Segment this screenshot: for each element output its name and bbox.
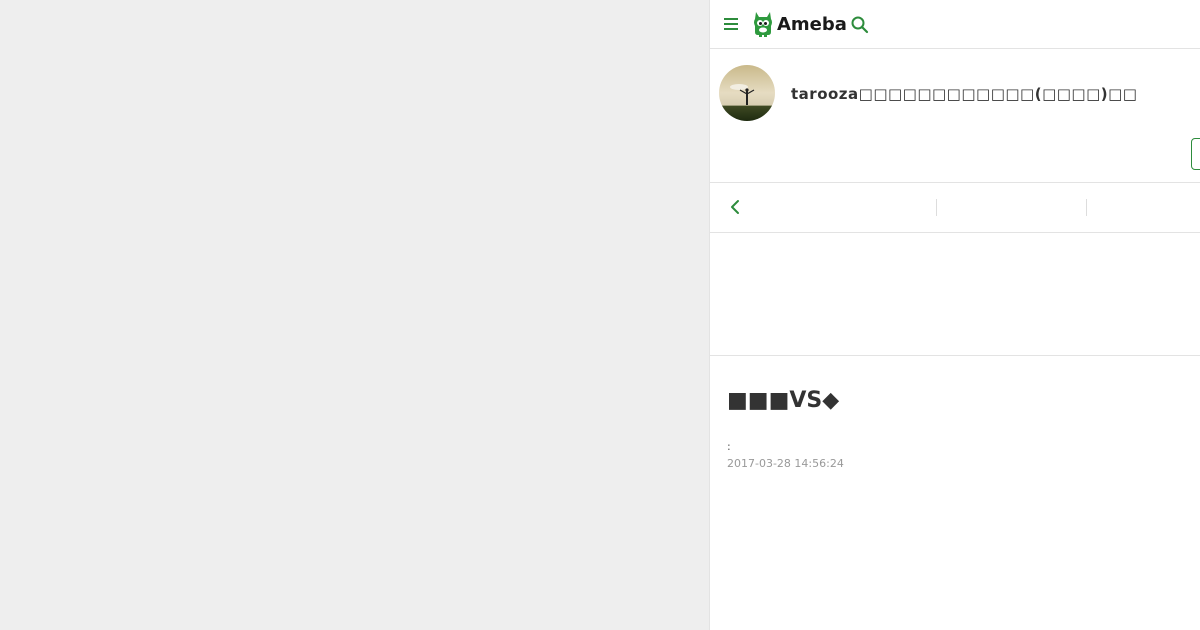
nav-divider (1086, 199, 1087, 216)
ameba-logo[interactable]: Ameba (752, 10, 847, 38)
blog-nav (710, 183, 1200, 233)
ad-area (710, 233, 1200, 356)
top-header: Ameba (710, 0, 1200, 49)
chevron-left-icon[interactable] (726, 197, 746, 217)
blog-panel: Ameba tarooza□□□□□□□□□□□□(□□□□)□□ ■■■VS◆… (709, 0, 1200, 630)
blog-title[interactable]: tarooza□□□□□□□□□□□□(□□□□)□□ (791, 85, 1137, 103)
avatar[interactable] (719, 65, 775, 121)
hamburger-menu-icon[interactable] (722, 14, 740, 34)
left-blank-area (0, 0, 709, 630)
search-icon[interactable] (850, 15, 870, 35)
article-date: 2017-03-28 14:56:24 (727, 457, 844, 470)
blog-profile: tarooza□□□□□□□□□□□□(□□□□)□□ (710, 49, 1200, 183)
follow-button[interactable] (1191, 138, 1200, 170)
logo-text: Ameba (777, 13, 847, 35)
nav-divider (936, 199, 937, 216)
article-theme-label: : (727, 440, 731, 453)
ameba-mascot-icon (754, 12, 772, 37)
article-title: ■■■VS◆ (727, 388, 840, 413)
